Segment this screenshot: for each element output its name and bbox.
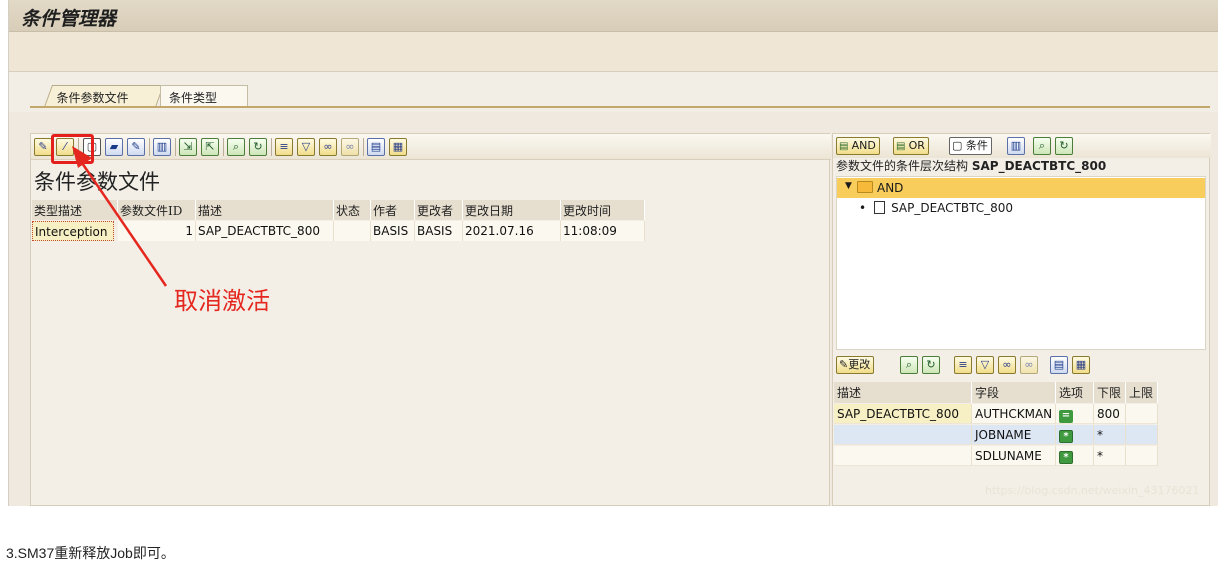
param-cell-low[interactable]: * [1094,425,1126,445]
parameter-toolbar: ✎更改 ⌕ ↻ ≡ ▽ ∞ ∞ ▤ ▦ [836,356,1206,378]
param-find-icon[interactable]: ∞ [998,356,1016,374]
pencil-icon: ✎ [839,358,849,371]
param-cell-option[interactable]: * [1056,425,1094,445]
new-condition-icon: ▢ [952,139,966,152]
param-cell-low[interactable]: * [1094,446,1126,466]
or-button[interactable]: ▤ OR [893,137,929,155]
param-find-next-icon[interactable]: ∞ [1020,356,1038,374]
tree-node-condition[interactable]: • SAP_DEACTBTC_800 [859,201,1013,215]
bullet-icon: • [859,201,867,215]
param-cell-option[interactable]: = [1056,404,1094,424]
change-button[interactable]: ✎更改 [836,356,875,374]
param-layout-icon[interactable]: ▦ [1072,356,1090,374]
expand-arrow-icon[interactable]: ▼ [845,181,852,191]
col-header-field[interactable]: 字段 [972,382,1056,403]
watermark: https://blog.csdn.net/weixin_43176021 [985,484,1200,497]
and-button[interactable]: ▤ AND [836,137,880,155]
folder-icon [857,181,873,193]
param-cell-high[interactable] [1126,425,1158,445]
node-details-icon[interactable]: ⌕ [1033,137,1051,155]
document-icon [874,201,886,214]
param-sort-icon[interactable]: ≡ [954,356,972,374]
param-filter-icon[interactable]: ▽ [976,356,994,374]
param-cell-desc[interactable] [834,446,972,466]
and-node-icon: ▤ [839,141,852,152]
param-cell-high[interactable] [1126,404,1158,424]
condition-button[interactable]: ▢ 条件 [949,137,992,155]
annotation-label: 取消激活 [174,287,270,315]
param-cell-field[interactable]: AUTHCKMAN [972,404,1056,424]
col-header-option[interactable]: 选项 [1056,382,1094,403]
instruction-text: 3.SM37重新释放Job即可。 [6,545,175,561]
tree-node-and[interactable]: ▼ AND [837,178,1205,198]
screenshot: 条件管理器 条件参数文件 条件类型 ✎ ⁄ ▢ ▰ ✎ ▥ ⇲ ⇱ ⌕ ↻ ≡ … [0,0,1226,564]
hierarchy-header: 参数文件的条件层次结构 SAP_DEACTBTC_800 [836,159,1107,173]
param-cell-high[interactable] [1126,446,1158,466]
col-header-low[interactable]: 下限 [1094,382,1126,403]
col-header-high[interactable]: 上限 [1126,382,1158,403]
node-refresh-icon[interactable]: ↻ [1055,137,1073,155]
param-cell-field[interactable]: JOBNAME [972,425,1056,445]
equals-option-icon: = [1059,410,1073,423]
col-header-desc[interactable]: 描述 [834,382,972,403]
param-cell-low[interactable]: 800 [1094,404,1126,424]
condition-tree: ▼ AND • SAP_DEACTBTC_800 [836,176,1206,350]
param-details-icon[interactable]: ⌕ [900,356,918,374]
delete-node-icon[interactable]: ▥ [1007,137,1025,155]
param-cell-desc[interactable] [834,425,972,445]
pattern-option-icon: * [1059,451,1073,464]
param-cell-desc[interactable]: SAP_DEACTBTC_800 [834,404,972,424]
param-refresh-icon[interactable]: ↻ [922,356,940,374]
pattern-option-icon: * [1059,430,1073,443]
param-print-icon[interactable]: ▤ [1050,356,1068,374]
or-node-icon: ▤ [896,141,909,152]
param-cell-field[interactable]: SDLUNAME [972,446,1056,466]
hierarchy-toolbar: ▤ AND ▤ OR ▢ 条件 ▥ ⌕ ↻ [833,134,1211,158]
param-cell-option[interactable]: * [1056,446,1094,466]
